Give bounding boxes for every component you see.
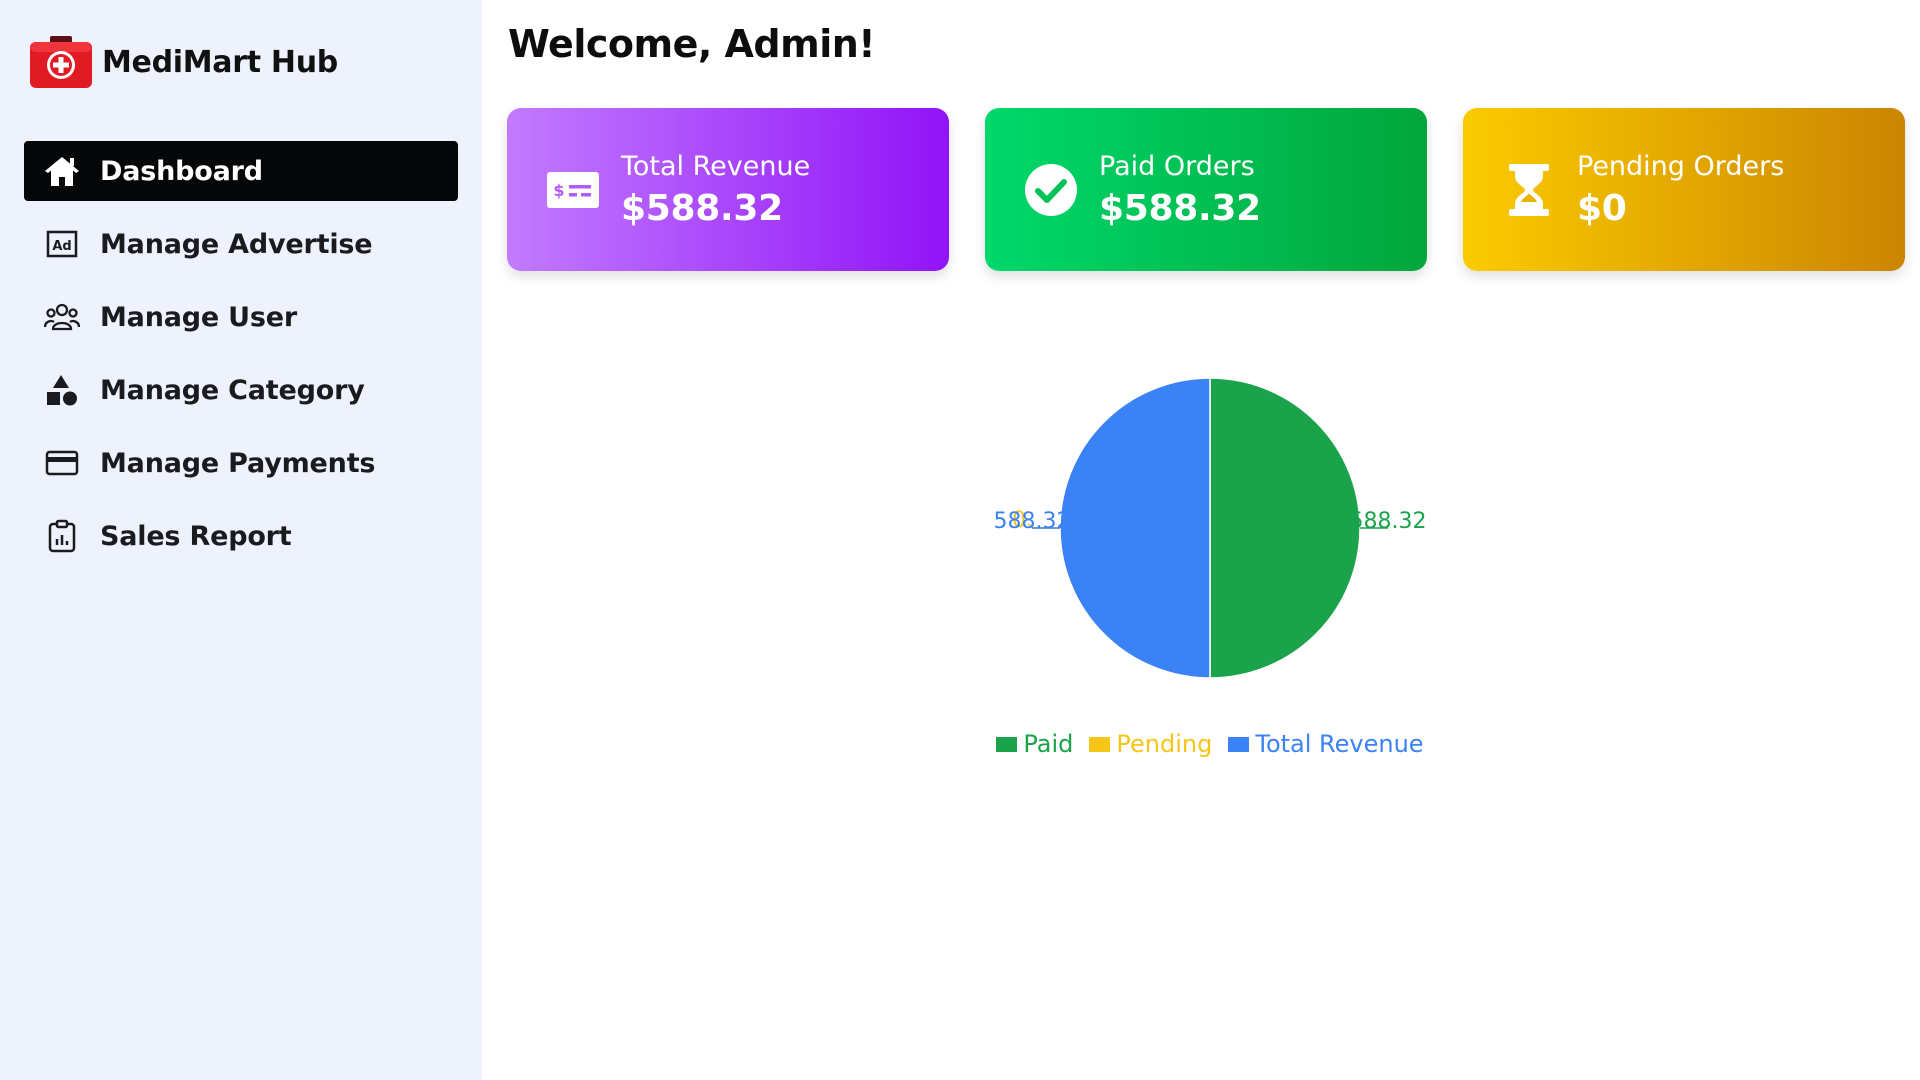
sidebar-item-label: Manage User — [100, 301, 297, 333]
clipboard-chart-icon — [42, 516, 82, 556]
card-text: Paid Orders $588.32 — [1099, 151, 1261, 229]
sidebar-nav: Dashboard Ad Manage Advertise Manage Use… — [24, 141, 458, 579]
sidebar-item-dashboard[interactable]: Dashboard — [24, 141, 458, 201]
svg-text:Ad: Ad — [52, 239, 71, 254]
credit-card-icon — [42, 443, 82, 483]
legend-label: Pending — [1116, 730, 1213, 758]
money-bill-icon: $ — [541, 158, 605, 222]
card-title: Paid Orders — [1099, 150, 1255, 182]
legend-item-pending[interactable]: Pending — [1089, 730, 1212, 758]
legend-label: Total Revenue — [1255, 730, 1424, 758]
home-icon — [42, 151, 82, 191]
total-revenue-card: $ Total Revenue $588.32 — [507, 108, 949, 271]
card-text: Pending Orders $0 — [1577, 151, 1784, 229]
card-value: $588.32 — [621, 187, 783, 229]
card-value: $0 — [1577, 187, 1627, 229]
chart-legend: Paid Pending Total Revenue — [960, 730, 1460, 758]
sidebar-item-manage-advertise[interactable]: Ad Manage Advertise — [24, 214, 458, 274]
legend-swatch — [996, 736, 1018, 752]
ad-icon: Ad — [42, 224, 82, 264]
paid-orders-card: Paid Orders $588.32 — [985, 108, 1427, 271]
legend-item-total-revenue[interactable]: Total Revenue — [1228, 730, 1424, 758]
pie-slice-total-revenue[interactable] — [1059, 377, 1211, 679]
card-title: Pending Orders — [1577, 150, 1785, 182]
brand-name: MediMart Hub — [102, 44, 338, 80]
users-icon — [42, 297, 82, 337]
hourglass-icon — [1497, 158, 1561, 222]
shapes-icon — [42, 370, 82, 410]
check-circle-icon — [1019, 158, 1083, 222]
sidebar-item-label: Manage Advertise — [100, 228, 373, 260]
sidebar-item-sales-report[interactable]: Sales Report — [24, 506, 458, 566]
brand[interactable]: MediMart Hub — [28, 34, 338, 90]
orders-pie-chart: 588.320588.32 — [994, 377, 1427, 679]
legend-label: Paid — [1023, 730, 1074, 758]
first-aid-kit-icon — [28, 34, 94, 90]
sidebar: MediMart Hub Dashboard Ad Manage Adverti… — [0, 0, 482, 1080]
legend-swatch — [1089, 736, 1111, 752]
sidebar-item-manage-category[interactable]: Manage Category — [24, 360, 458, 420]
pending-orders-card: Pending Orders $0 — [1463, 108, 1905, 271]
legend-swatch — [1228, 736, 1250, 752]
sidebar-item-manage-payments[interactable]: Manage Payments — [24, 433, 458, 493]
sidebar-item-manage-user[interactable]: Manage User — [24, 287, 458, 347]
page-title: Welcome, Admin! — [508, 22, 876, 66]
card-text: Total Revenue $588.32 — [621, 151, 810, 229]
sidebar-item-label: Manage Payments — [100, 447, 376, 479]
pie-data-label: 588.32 — [1350, 509, 1427, 534]
sidebar-item-label: Sales Report — [100, 520, 292, 552]
sidebar-item-label: Manage Category — [100, 374, 365, 406]
card-title: Total Revenue — [621, 150, 811, 182]
sidebar-item-label: Dashboard — [100, 155, 263, 187]
svg-text:$: $ — [553, 181, 564, 200]
legend-item-paid[interactable]: Paid — [996, 730, 1073, 758]
pie-slice-paid[interactable] — [1209, 377, 1361, 679]
card-value: $588.32 — [1099, 187, 1261, 229]
pie-data-label: 588.32 — [994, 509, 1071, 534]
